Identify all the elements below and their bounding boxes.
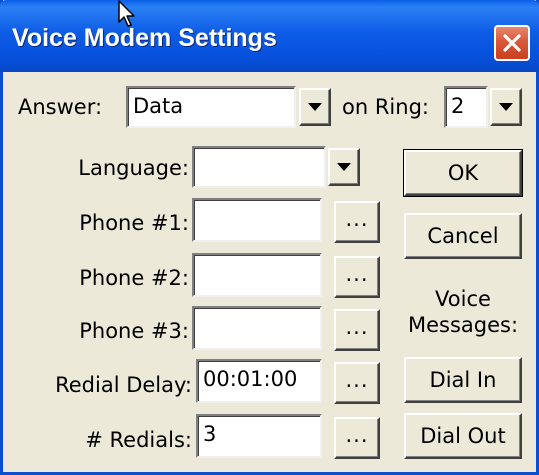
window-title: Voice Modem Settings xyxy=(12,24,277,52)
phone3-browse-button[interactable]: ... xyxy=(334,309,380,351)
redial-delay-browse-button[interactable]: ... xyxy=(334,362,380,404)
phone3-input[interactable] xyxy=(192,306,322,350)
redials-browse-button[interactable]: ... xyxy=(334,417,380,459)
answer-label: Answer: xyxy=(18,95,103,119)
dial-in-button[interactable]: Dial In xyxy=(404,357,522,403)
phone2-input[interactable] xyxy=(192,253,322,297)
language-label: Language: xyxy=(78,156,189,180)
redial-delay-input[interactable]: 00:01:00 xyxy=(196,359,322,403)
language-dropdown-button[interactable] xyxy=(328,148,360,186)
cancel-button[interactable]: Cancel xyxy=(404,213,522,259)
phone3-label: Phone #3: xyxy=(79,319,189,343)
ring-label: on Ring: xyxy=(342,95,429,119)
close-button[interactable] xyxy=(494,25,530,61)
ring-dropdown-button[interactable] xyxy=(490,88,522,126)
mouse-pointer-icon xyxy=(118,0,135,27)
phone1-browse-button[interactable]: ... xyxy=(334,201,380,243)
redial-delay-label: Redial Delay: xyxy=(55,373,192,397)
close-icon xyxy=(503,34,521,52)
phone1-input[interactable] xyxy=(192,198,322,242)
voice-messages-label: Voice Messages: xyxy=(397,286,529,338)
phone2-label: Phone #2: xyxy=(79,266,189,290)
answer-select[interactable]: Data xyxy=(126,86,296,128)
ok-button[interactable]: OK xyxy=(403,149,523,197)
chevron-down-icon xyxy=(499,103,513,111)
chevron-down-icon xyxy=(337,163,351,171)
language-select[interactable] xyxy=(192,146,326,188)
ring-select[interactable]: 2 xyxy=(444,86,488,128)
redials-input[interactable]: 3 xyxy=(196,414,322,458)
voice-messages-label-line2: Messages: xyxy=(407,313,519,337)
dial-out-button[interactable]: Dial Out xyxy=(404,413,522,459)
phone1-label: Phone #1: xyxy=(79,211,189,235)
redials-label: # Redials: xyxy=(85,428,192,452)
voice-messages-label-line1: Voice xyxy=(435,287,491,311)
chevron-down-icon xyxy=(308,103,322,111)
phone2-browse-button[interactable]: ... xyxy=(334,256,380,298)
answer-dropdown-button[interactable] xyxy=(299,88,331,126)
